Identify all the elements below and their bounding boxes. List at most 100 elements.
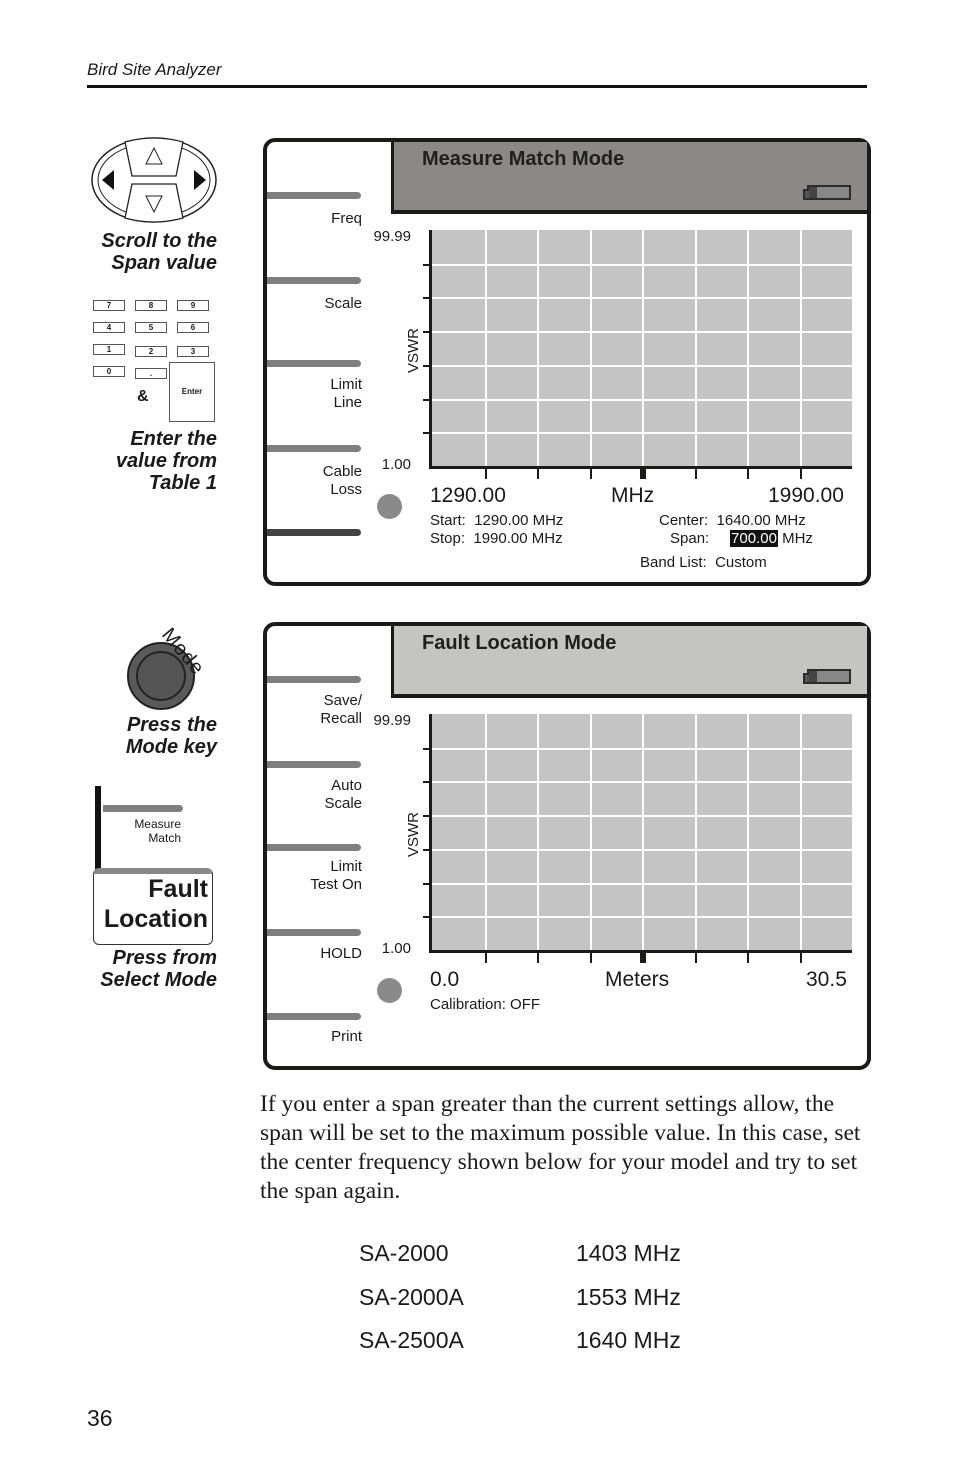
y-axis-title: VSWR: [405, 812, 422, 857]
softkey-fault-location: Fault Location: [93, 868, 213, 945]
caption-line: Table 1: [148, 472, 217, 494]
caption-mode: Press the Mode key: [17, 714, 217, 758]
softkey-bar: [267, 445, 361, 452]
battery-icon: [803, 669, 851, 684]
softkey-bar: [267, 929, 361, 936]
softkey-line: Save/: [323, 692, 362, 709]
softkey-line: Recall: [320, 710, 362, 727]
stop-readout: Stop: 1990.00 MHz: [430, 530, 563, 548]
softkey-save-recall[interactable]: Save/Recall: [262, 692, 362, 728]
key-1: 1: [93, 344, 125, 355]
x-tick: [747, 469, 749, 479]
softkey-cable-loss[interactable]: Cable Loss: [262, 463, 362, 499]
y-tick: [423, 781, 431, 784]
screen-fault-location: Fault Location Mode Save/Recall Auto Scal…: [263, 622, 871, 1070]
screen-header: Measure Match Mode: [391, 142, 867, 214]
x-tick: [747, 953, 749, 963]
softkey-line: Line: [333, 394, 362, 411]
softkey-bar: [103, 805, 183, 812]
softkey-line: Scale: [324, 295, 362, 312]
plot-area: [423, 230, 852, 479]
softkey-limit-line[interactable]: Limit Line: [262, 376, 362, 412]
model-name: SA-2000A: [359, 1284, 464, 1310]
x-start-label: 1290.00: [430, 484, 506, 507]
key-4: 4: [93, 322, 125, 333]
softkey-hold[interactable]: HOLD: [262, 945, 362, 963]
center-readout: Center: 1640.00 MHz: [659, 512, 806, 530]
table-row: SA-2000A 1553 MHz: [359, 1284, 681, 1311]
y-tick: [423, 297, 431, 300]
table-row: SA-2500A 1640 MHz: [359, 1327, 681, 1354]
y-max-label: 99.99: [373, 712, 411, 729]
softkey-print[interactable]: Print: [262, 1028, 362, 1046]
stop-label: Stop:: [430, 530, 466, 547]
y-min-label: 1.00: [381, 940, 411, 957]
center-label: Center:: [659, 512, 709, 529]
caption-line: Select Mode: [100, 969, 217, 991]
x-tick: [799, 953, 802, 963]
y-tick: [423, 882, 431, 885]
x-unit-label: MHz: [611, 484, 655, 507]
center-value: 1640.00 MHz: [716, 512, 806, 529]
grid-line-horizontal: [432, 398, 852, 401]
softkey-bar: [267, 1013, 361, 1020]
grid-line-horizontal: [432, 815, 852, 818]
caption-line: Scroll to the: [101, 230, 217, 252]
softkey-line: Match: [148, 831, 181, 845]
caption-line: Enter the: [130, 428, 217, 450]
ampersand: &: [137, 388, 149, 405]
softkey-bar: [267, 529, 361, 536]
y-tick: [423, 398, 431, 401]
band-list-readout: Band List: Custom: [640, 554, 767, 572]
center-frequency: 1640 MHz: [576, 1327, 681, 1353]
y-tick: [423, 432, 431, 435]
x-tick: [537, 953, 539, 963]
softkey-line: Scale: [324, 795, 362, 812]
start-value: 1290.00 MHz: [474, 512, 564, 529]
softkey-bar: [267, 192, 361, 199]
y-tick: [423, 263, 431, 266]
enter-key-icon: Enter: [169, 362, 215, 422]
caption-line: Span value: [111, 252, 217, 274]
y-min-label: 1.00: [381, 456, 411, 473]
key-3: 3: [177, 346, 209, 357]
key-8: 8: [135, 300, 167, 311]
softkey-measure-match: Measure Match: [100, 817, 181, 845]
calibration-status: Calibration: OFF: [430, 996, 541, 1013]
span-readout: Span: 700.00 MHz: [670, 530, 813, 548]
softkey-line: Limit: [330, 376, 362, 393]
x-stop-label: 30.5: [806, 968, 847, 991]
key-9: 9: [177, 300, 209, 311]
softkey-limit-test[interactable]: Limit Test On: [262, 858, 362, 894]
span-value-input[interactable]: 700.00: [730, 530, 778, 547]
y-tick: [423, 848, 431, 851]
x-tick: [640, 953, 646, 963]
key-5: 5: [135, 322, 167, 333]
softkey-line: Print: [331, 1028, 362, 1045]
y-tick: [423, 364, 431, 367]
grid-line-horizontal: [432, 331, 852, 334]
x-start-label: 0.0: [430, 968, 460, 991]
softkey-scale[interactable]: Scale: [262, 295, 362, 313]
softkey-bar: [267, 360, 361, 367]
screen-title: Measure Match Mode: [422, 148, 625, 170]
x-tick: [484, 469, 487, 479]
screen-header: Fault Location Mode: [391, 626, 867, 698]
x-unit-label: Meters: [605, 968, 670, 991]
grid-line-horizontal: [432, 781, 852, 784]
page-number: 36: [87, 1405, 113, 1431]
status-dot-icon: [377, 978, 402, 1003]
softkey-line: Auto: [331, 777, 362, 794]
grid-line-horizontal: [432, 747, 852, 750]
y-tick: [423, 815, 431, 818]
caption-scroll: Scroll to the Span value: [17, 230, 217, 274]
softkey-auto-scale[interactable]: Auto Scale: [262, 777, 362, 813]
x-tick: [589, 469, 592, 479]
plot-area: [423, 714, 852, 963]
x-tick: [640, 469, 646, 479]
body-paragraph: If you enter a span greater than the cur…: [260, 1091, 861, 1204]
caption-select: Press from Select Mode: [17, 947, 217, 991]
softkey-freq[interactable]: Freq: [262, 210, 362, 228]
y-tick: [423, 747, 431, 750]
x-stop-label: 1990.00: [768, 484, 844, 507]
